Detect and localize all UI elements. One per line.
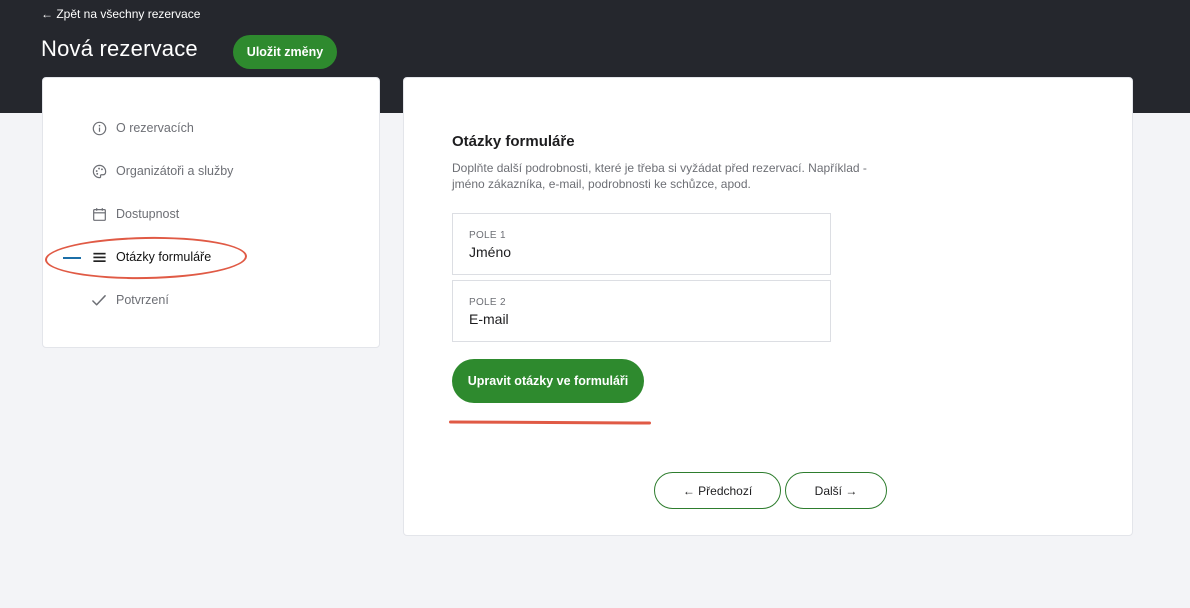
info-icon <box>91 120 107 136</box>
sidebar-item-availability[interactable]: Dostupnost <box>91 204 179 224</box>
field-value: E-mail <box>469 311 509 327</box>
calendar-icon <box>91 206 107 222</box>
field-label: POLE 1 <box>469 230 506 241</box>
form-field-card[interactable]: POLE 2 E-mail <box>452 280 831 342</box>
palette-icon <box>91 163 107 179</box>
save-changes-button[interactable]: Uložit změny <box>233 35 337 69</box>
sidebar-item-label: Otázky formuláře <box>116 250 212 264</box>
sidebar-item-label: O rezervacích <box>116 121 194 135</box>
main-panel: Otázky formuláře Doplňte další podrobnos… <box>403 77 1133 536</box>
check-icon <box>91 292 107 308</box>
edit-form-questions-button[interactable]: Upravit otázky ve formuláři <box>452 359 644 403</box>
sidebar-item-organizers[interactable]: Organizátoři a služby <box>91 161 233 181</box>
sidebar-item-label: Organizátoři a služby <box>116 164 234 178</box>
sidebar-nav: O rezervacích Organizátoři a služby Dost… <box>42 77 380 348</box>
section-title: Otázky formuláře <box>452 133 575 150</box>
field-value: Jméno <box>469 244 512 260</box>
sidebar-item-label: Potvrzení <box>116 293 169 307</box>
page-title: Nová rezervace <box>41 36 198 61</box>
field-label: POLE 2 <box>469 297 506 308</box>
active-item-indicator <box>63 257 81 259</box>
next-button[interactable]: Další → <box>785 472 887 509</box>
list-icon <box>91 249 107 265</box>
form-field-card[interactable]: POLE 1 Jméno <box>452 213 831 275</box>
annotation-underline <box>448 420 652 425</box>
sidebar-item-confirmation[interactable]: Potvrzení <box>91 290 169 310</box>
previous-button[interactable]: ← Předchozí <box>654 472 781 509</box>
sidebar-item-about[interactable]: O rezervacích <box>91 118 194 138</box>
sidebar-item-form-questions[interactable]: Otázky formuláře <box>91 247 211 267</box>
section-description: Doplňte další podrobnosti, které je třeb… <box>452 161 867 191</box>
sidebar-item-label: Dostupnost <box>116 207 180 221</box>
back-to-reservations-link[interactable]: ← Zpět na všechny rezervace <box>41 7 200 21</box>
